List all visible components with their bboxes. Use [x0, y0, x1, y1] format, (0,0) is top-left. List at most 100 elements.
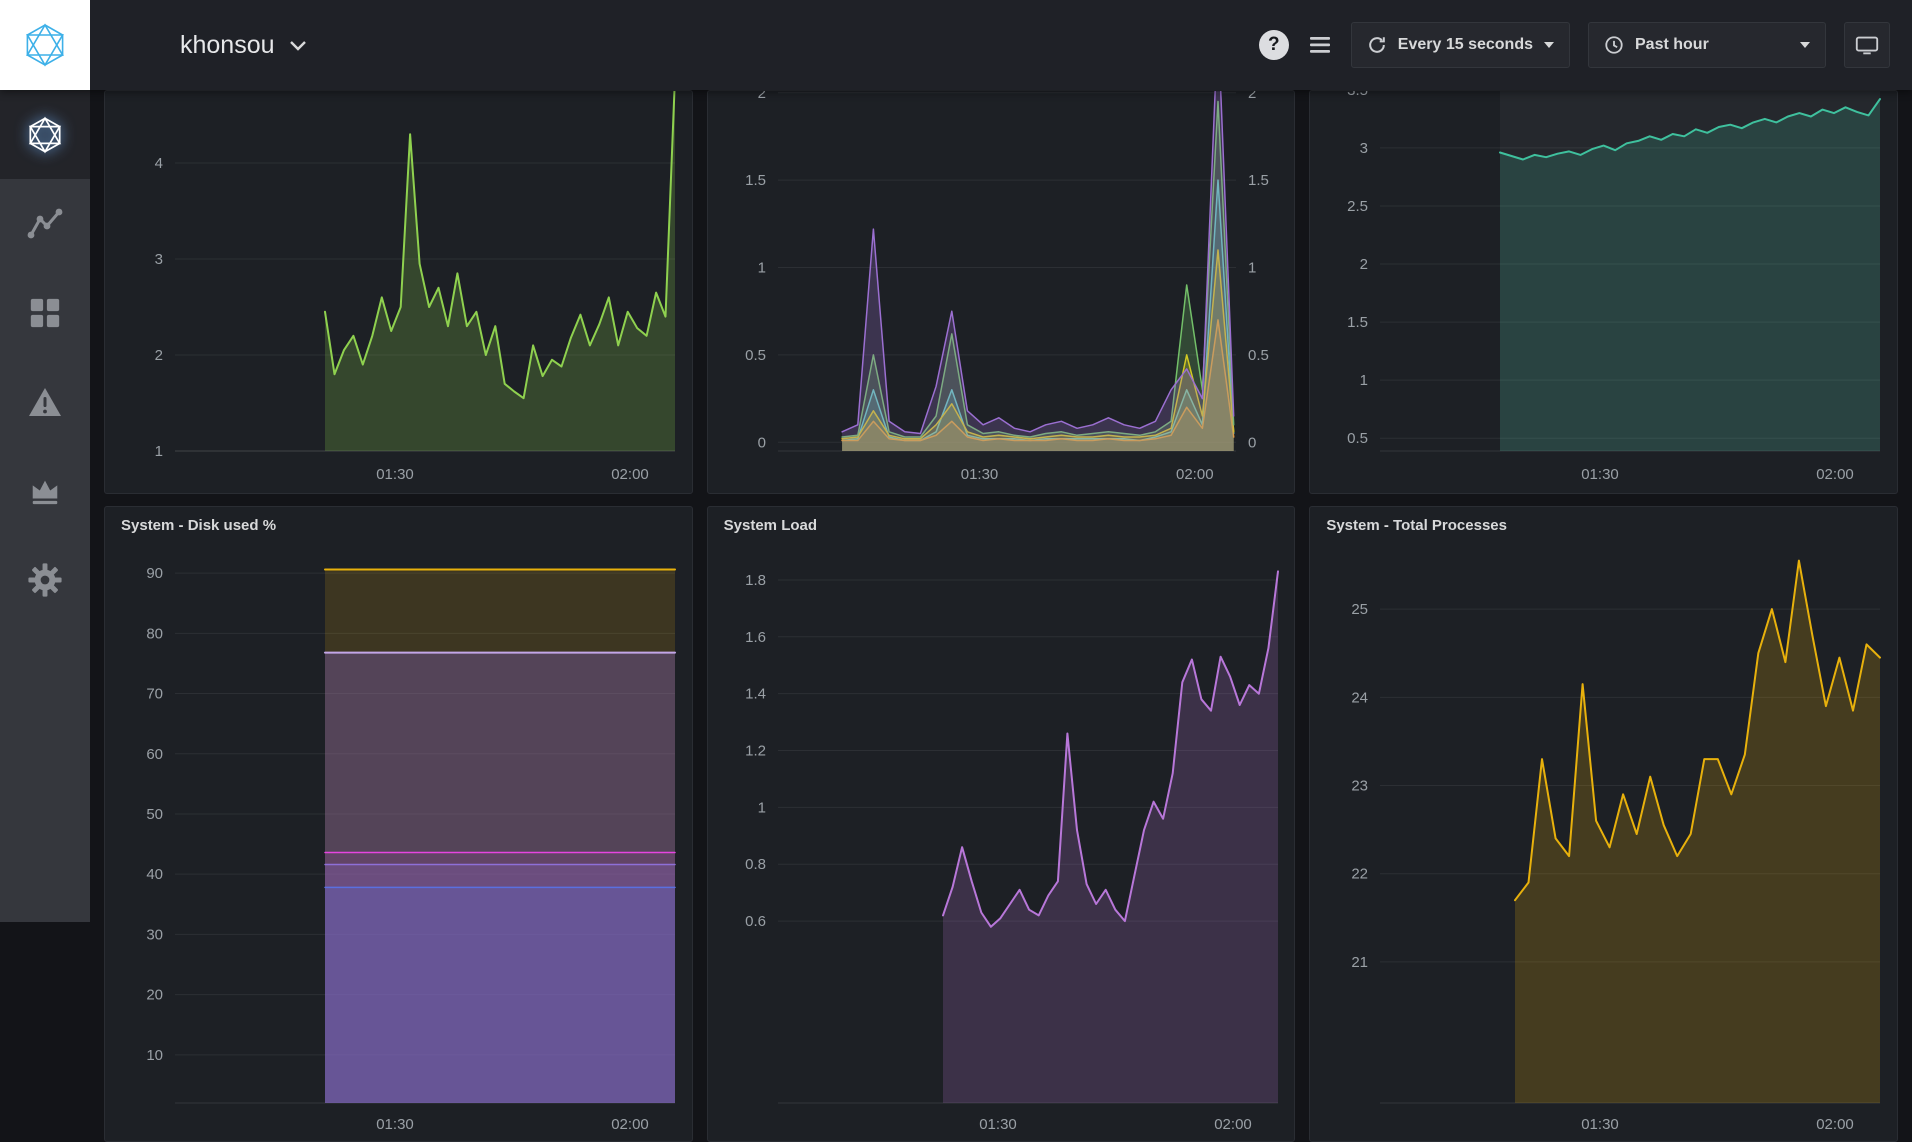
svg-text:50: 50 — [146, 806, 163, 823]
help-icon[interactable]: ? — [1259, 30, 1289, 60]
refresh-icon — [1367, 35, 1387, 55]
sidebar-item-home[interactable] — [0, 90, 90, 179]
svg-text:20: 20 — [146, 987, 163, 1004]
svg-text:02:00: 02:00 — [1817, 1116, 1855, 1133]
panel-system-load: System Load 0.60.811.21.41.61.801:3002:0… — [707, 506, 1296, 1142]
svg-text:1.5: 1.5 — [745, 172, 766, 189]
svg-text:24: 24 — [1352, 689, 1369, 706]
svg-text:02:00: 02:00 — [1176, 466, 1214, 483]
time-series-chart[interactable]: 10 20 30 40 50 60 70 80 90 01:30 02:00 — [105, 543, 691, 1142]
sidebar — [0, 90, 90, 922]
svg-text:70: 70 — [146, 686, 163, 703]
svg-text:40: 40 — [146, 866, 163, 883]
plugins-crown-icon — [28, 475, 62, 507]
svg-text:30: 30 — [146, 926, 163, 943]
svg-text:1.6: 1.6 — [745, 629, 766, 646]
panel-total-processes: System - Total Processes 21 22 23 24 25 01:30… — [1309, 506, 1898, 1142]
sidebar-item-alerting[interactable] — [0, 357, 90, 446]
svg-text:25: 25 — [1352, 601, 1369, 618]
monitor-icon — [1854, 33, 1880, 57]
svg-text:01:30: 01:30 — [960, 466, 998, 483]
svg-text:0.5: 0.5 — [1248, 347, 1269, 364]
svg-text:0: 0 — [757, 434, 765, 451]
sidebar-item-configuration[interactable] — [0, 535, 90, 624]
svg-text:0.8: 0.8 — [745, 856, 766, 873]
sidebar-item-metrics[interactable] — [0, 179, 90, 268]
svg-text:2: 2 — [1360, 256, 1368, 273]
svg-text:02:00: 02:00 — [611, 466, 649, 483]
clock-icon — [1604, 35, 1624, 55]
svg-text:3: 3 — [1360, 140, 1368, 157]
svg-text:02:00: 02:00 — [1817, 466, 1855, 483]
grafana-logo-icon — [21, 21, 69, 69]
panel-chart-1: 1 2 3 4 01:30 02:00 — [104, 90, 693, 494]
panel-disk-used: System - Disk used % 10 20 30 40 50 60 70 80 90 0… — [104, 506, 693, 1142]
svg-text:3: 3 — [155, 251, 163, 268]
panel-chart-3: 0.5 1 1.5 2 2.5 3 3.5 01:30 02:00 — [1309, 90, 1898, 494]
alerting-icon — [27, 385, 63, 419]
metrics-graph-icon — [27, 207, 63, 241]
svg-text:02:00: 02:00 — [611, 1116, 649, 1133]
refresh-interval-button[interactable]: Every 15 seconds — [1351, 22, 1570, 68]
dashboard-title[interactable]: khonsou — [180, 31, 307, 60]
time-series-chart[interactable]: 0.5 1 1.5 2 2.5 3 3.5 01:30 02:00 — [1310, 91, 1896, 493]
svg-text:2.5: 2.5 — [1347, 198, 1368, 215]
svg-text:0: 0 — [1248, 434, 1256, 451]
kiosk-mode-button[interactable] — [1844, 22, 1890, 68]
svg-text:1: 1 — [757, 260, 765, 277]
time-series-chart[interactable]: 21 22 23 24 25 01:30 02:00 — [1310, 543, 1896, 1142]
svg-text:2: 2 — [1248, 91, 1256, 102]
svg-text:02:00: 02:00 — [1214, 1116, 1252, 1133]
svg-text:1.5: 1.5 — [1248, 172, 1269, 189]
svg-text:01:30: 01:30 — [376, 466, 414, 483]
svg-text:1: 1 — [757, 799, 765, 816]
dashboard-title-text: khonsou — [180, 31, 275, 60]
time-series-chart[interactable]: 0 0 0.5 0.5 1 1 1.5 1.5 2 2 01:30 02:00 — [708, 91, 1294, 493]
time-series-chart[interactable]: 1 2 3 4 01:30 02:00 — [105, 91, 691, 493]
refresh-interval-label: Every 15 seconds — [1398, 36, 1533, 54]
svg-text:2: 2 — [757, 91, 765, 102]
svg-text:1: 1 — [1360, 372, 1368, 389]
svg-text:2: 2 — [155, 347, 163, 364]
svg-text:0.5: 0.5 — [1347, 430, 1368, 447]
chevron-down-icon — [289, 40, 307, 51]
svg-text:10: 10 — [146, 1047, 163, 1064]
svg-text:01:30: 01:30 — [1582, 1116, 1620, 1133]
svg-text:80: 80 — [146, 625, 163, 642]
panel-title[interactable]: System Load — [708, 507, 1295, 543]
svg-text:1.2: 1.2 — [745, 743, 766, 760]
sidebar-item-plugins[interactable] — [0, 446, 90, 535]
time-series-chart[interactable]: 0.60.811.21.41.61.801:3002:00 — [708, 543, 1294, 1142]
panel-chart-2: 0 0 0.5 0.5 1 1 1.5 1.5 2 2 01:30 02:00 — [707, 90, 1296, 494]
svg-text:1: 1 — [1248, 260, 1256, 277]
time-range-button[interactable]: Past hour — [1588, 22, 1826, 68]
svg-text:1.8: 1.8 — [745, 572, 766, 589]
time-range-label: Past hour — [1635, 36, 1709, 54]
svg-text:4: 4 — [155, 155, 163, 172]
svg-text:1.5: 1.5 — [1347, 314, 1368, 331]
panel-title[interactable]: System - Total Processes — [1310, 507, 1897, 543]
svg-text:23: 23 — [1352, 778, 1369, 795]
caret-down-icon — [1800, 42, 1810, 48]
svg-text:22: 22 — [1352, 866, 1369, 883]
svg-text:21: 21 — [1352, 954, 1369, 971]
dashboard-grid: 123401:3002:00 000.50.5111.51.52201:3002… — [90, 90, 1912, 1142]
caret-down-icon — [1544, 42, 1554, 48]
configuration-gear-icon — [27, 562, 63, 598]
svg-text:01:30: 01:30 — [376, 1116, 414, 1133]
cycle-view-list-icon[interactable] — [1307, 33, 1333, 57]
svg-text:01:30: 01:30 — [1582, 466, 1620, 483]
svg-text:60: 60 — [146, 746, 163, 763]
svg-text:0.5: 0.5 — [745, 347, 766, 364]
panel-title[interactable]: System - Disk used % — [105, 507, 692, 543]
svg-text:1: 1 — [155, 443, 163, 460]
svg-text:01:30: 01:30 — [979, 1116, 1017, 1133]
dashboards-icon — [28, 296, 62, 330]
topbar: khonsou ? Every 15 seconds — [0, 0, 1912, 90]
grafana-logo[interactable] — [0, 0, 90, 90]
sidebar-item-dashboards[interactable] — [0, 268, 90, 357]
svg-text:90: 90 — [146, 565, 163, 582]
grafana-home-icon — [25, 115, 65, 155]
svg-text:1.4: 1.4 — [745, 686, 766, 703]
svg-text:3.5: 3.5 — [1347, 91, 1368, 99]
